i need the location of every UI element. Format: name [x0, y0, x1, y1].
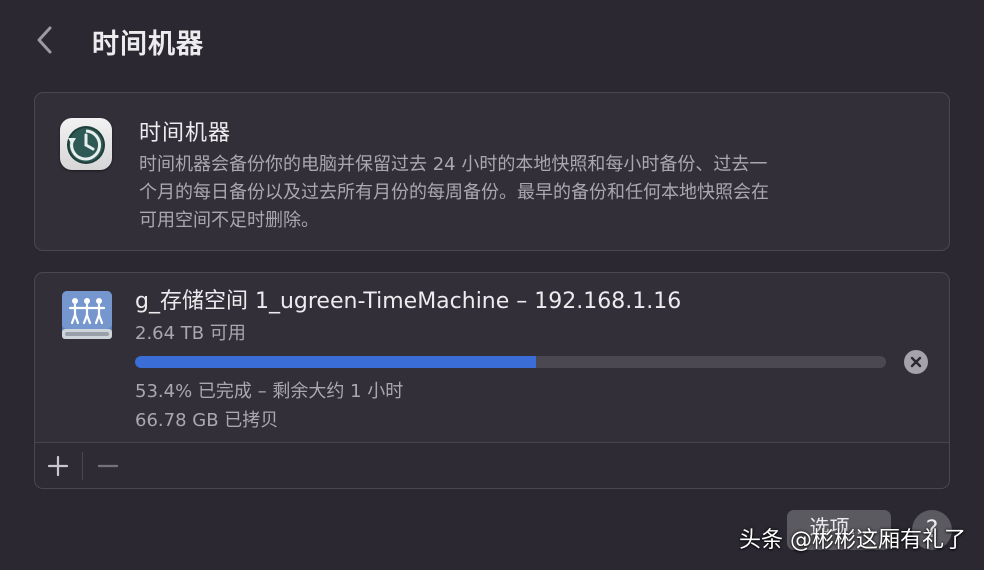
network-volume-icon — [56, 285, 118, 347]
chevron-left-icon — [37, 26, 52, 54]
close-icon — [910, 356, 922, 368]
disk-list-toolbar — [35, 442, 949, 488]
copied-size: 66.78 GB 已拷贝 — [135, 410, 279, 431]
remove-disk-button[interactable] — [85, 443, 131, 488]
toolbar-divider — [82, 452, 83, 480]
time-machine-settings-page: 时间机器 时间机器 时间机器会备份你的电脑并保留过去 24 小时的本地快照和每小… — [0, 0, 984, 570]
add-disk-button[interactable] — [35, 443, 81, 488]
info-title: 时间机器 — [139, 121, 232, 146]
backup-progress-fill — [135, 356, 537, 368]
header: 时间机器 — [0, 0, 984, 80]
progress-status: 53.4% 已完成 – 剩余大约 1 小时 — [135, 381, 404, 402]
backup-disk-name: g_存储空间 1_ugreen-TimeMachine – 192.168.1.… — [135, 289, 682, 314]
info-description: 时间机器会备份你的电脑并保留过去 24 小时的本地快照和每小时备份、过去一 个月… — [139, 151, 939, 235]
available-space: 2.64 TB 可用 — [135, 323, 246, 344]
watermark-text: 头条 @彬彬这厢有礼了 — [739, 528, 966, 553]
time-machine-app-icon — [60, 118, 112, 170]
description-line: 个月的每日备份以及过去所有月份的每周备份。最早的备份和任何本地快照会在 — [139, 182, 769, 203]
description-line: 可用空间不足时删除。 — [139, 210, 319, 231]
description-line: 时间机器会备份你的电脑并保留过去 24 小时的本地快照和每小时备份、过去一 — [139, 154, 768, 175]
page-title: 时间机器 — [92, 29, 204, 60]
stop-backup-button[interactable] — [904, 350, 928, 374]
info-panel: 时间机器 时间机器会备份你的电脑并保留过去 24 小时的本地快照和每小时备份、过… — [34, 92, 950, 251]
back-button[interactable] — [30, 22, 62, 58]
backup-disk-panel: g_存储空间 1_ugreen-TimeMachine – 192.168.1.… — [34, 272, 950, 489]
plus-icon — [47, 455, 69, 477]
backup-progress-bar — [135, 356, 886, 368]
minus-icon — [97, 464, 119, 468]
